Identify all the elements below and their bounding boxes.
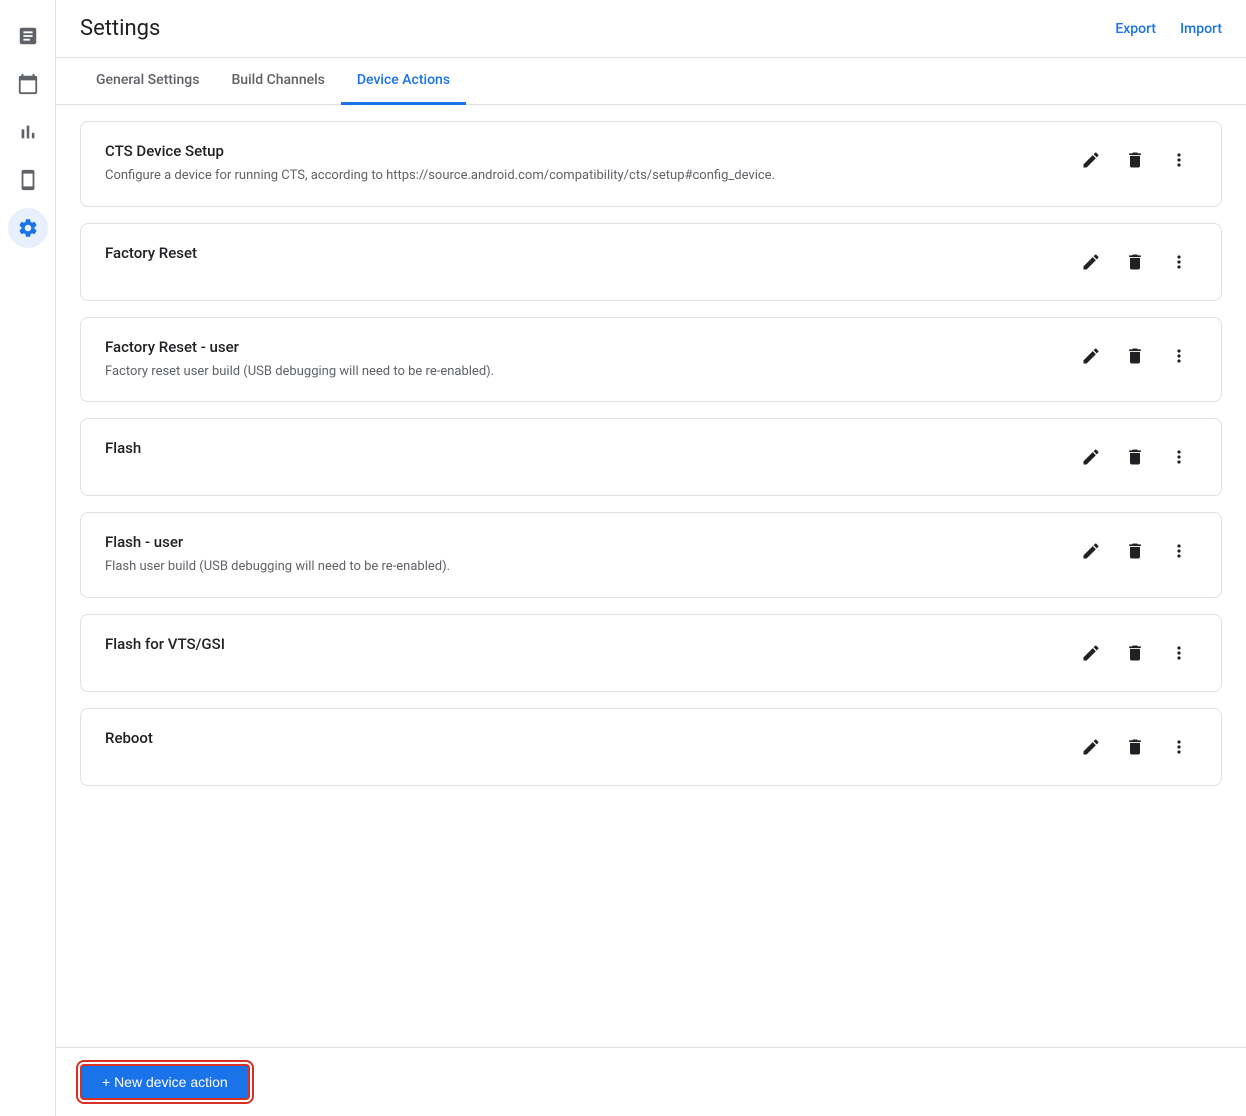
edit-button-fl[interactable]: [1073, 439, 1109, 475]
sidebar-item-devices[interactable]: [8, 160, 48, 200]
edit-button-fvts[interactable]: [1073, 635, 1109, 671]
delete-button-flu[interactable]: [1117, 533, 1153, 569]
header-actions: Export Import: [1115, 21, 1222, 37]
edit-button-fr[interactable]: [1073, 244, 1109, 280]
sidebar: [0, 0, 56, 1116]
action-card-fl-content: Flash: [105, 439, 1049, 463]
import-link[interactable]: Import: [1180, 21, 1222, 37]
content-area: CTS Device Setup Configure a device for …: [56, 105, 1246, 1047]
more-button-fr[interactable]: [1161, 244, 1197, 280]
delete-button-cts[interactable]: [1117, 142, 1153, 178]
action-card-cts-content: CTS Device Setup Configure a device for …: [105, 142, 1049, 186]
action-card-fru-desc: Factory reset user build (USB debugging …: [105, 362, 1049, 382]
header: Settings Export Import: [56, 0, 1246, 58]
sidebar-item-calendar[interactable]: [8, 64, 48, 104]
action-card-fru-title: Factory Reset - user: [105, 338, 1049, 356]
delete-button-fl[interactable]: [1117, 439, 1153, 475]
more-button-fvts[interactable]: [1161, 635, 1197, 671]
export-link[interactable]: Export: [1115, 21, 1156, 37]
action-card-rb-title: Reboot: [105, 729, 1049, 747]
action-card-fvts-title: Flash for VTS/GSI: [105, 635, 1049, 653]
delete-button-fvts[interactable]: [1117, 635, 1153, 671]
main-content: Settings Export Import General Settings …: [56, 0, 1246, 1116]
tab-general-settings[interactable]: General Settings: [80, 58, 215, 105]
edit-button-rb[interactable]: [1073, 729, 1109, 765]
action-card-cts-desc: Configure a device for running CTS, acco…: [105, 166, 1049, 186]
tabs-bar: General Settings Build Channels Device A…: [56, 58, 1246, 105]
action-card-flu-desc: Flash user build (USB debugging will nee…: [105, 557, 1049, 577]
more-button-flu[interactable]: [1161, 533, 1197, 569]
delete-button-fr[interactable]: [1117, 244, 1153, 280]
action-card-cts-buttons: [1073, 142, 1197, 178]
action-card-rb-content: Reboot: [105, 729, 1049, 753]
edit-button-flu[interactable]: [1073, 533, 1109, 569]
action-card-reboot: Reboot: [80, 708, 1222, 786]
action-card-fl-buttons: [1073, 439, 1197, 475]
action-card-fvts-content: Flash for VTS/GSI: [105, 635, 1049, 659]
action-card-fr-title: Factory Reset: [105, 244, 1049, 262]
action-card-flu-title: Flash - user: [105, 533, 1049, 551]
tab-build-channels[interactable]: Build Channels: [215, 58, 340, 105]
action-card-cts-title: CTS Device Setup: [105, 142, 1049, 160]
sidebar-item-settings[interactable]: [8, 208, 48, 248]
action-card-flu-buttons: [1073, 533, 1197, 569]
footer: + New device action: [56, 1047, 1246, 1116]
edit-button-fru[interactable]: [1073, 338, 1109, 374]
new-device-action-button[interactable]: + New device action: [80, 1064, 250, 1100]
delete-button-rb[interactable]: [1117, 729, 1153, 765]
more-button-fru[interactable]: [1161, 338, 1197, 374]
action-card-fl-title: Flash: [105, 439, 1049, 457]
action-card-flash-user: Flash - user Flash user build (USB debug…: [80, 512, 1222, 598]
action-card-factory-reset: Factory Reset: [80, 223, 1222, 301]
action-card-flash: Flash: [80, 418, 1222, 496]
tab-device-actions[interactable]: Device Actions: [341, 58, 466, 105]
more-button-cts[interactable]: [1161, 142, 1197, 178]
action-card-rb-buttons: [1073, 729, 1197, 765]
action-card-fvts-buttons: [1073, 635, 1197, 671]
action-card-cts-setup: CTS Device Setup Configure a device for …: [80, 121, 1222, 207]
action-card-fr-buttons: [1073, 244, 1197, 280]
action-card-factory-reset-user: Factory Reset - user Factory reset user …: [80, 317, 1222, 403]
edit-button-cts[interactable]: [1073, 142, 1109, 178]
delete-button-fru[interactable]: [1117, 338, 1153, 374]
action-card-fru-content: Factory Reset - user Factory reset user …: [105, 338, 1049, 382]
page-title: Settings: [80, 16, 160, 41]
action-card-fru-buttons: [1073, 338, 1197, 374]
action-card-flash-vts: Flash for VTS/GSI: [80, 614, 1222, 692]
more-button-rb[interactable]: [1161, 729, 1197, 765]
more-button-fl[interactable]: [1161, 439, 1197, 475]
sidebar-item-reports[interactable]: [8, 16, 48, 56]
sidebar-item-analytics[interactable]: [8, 112, 48, 152]
action-card-flu-content: Flash - user Flash user build (USB debug…: [105, 533, 1049, 577]
action-card-fr-content: Factory Reset: [105, 244, 1049, 268]
